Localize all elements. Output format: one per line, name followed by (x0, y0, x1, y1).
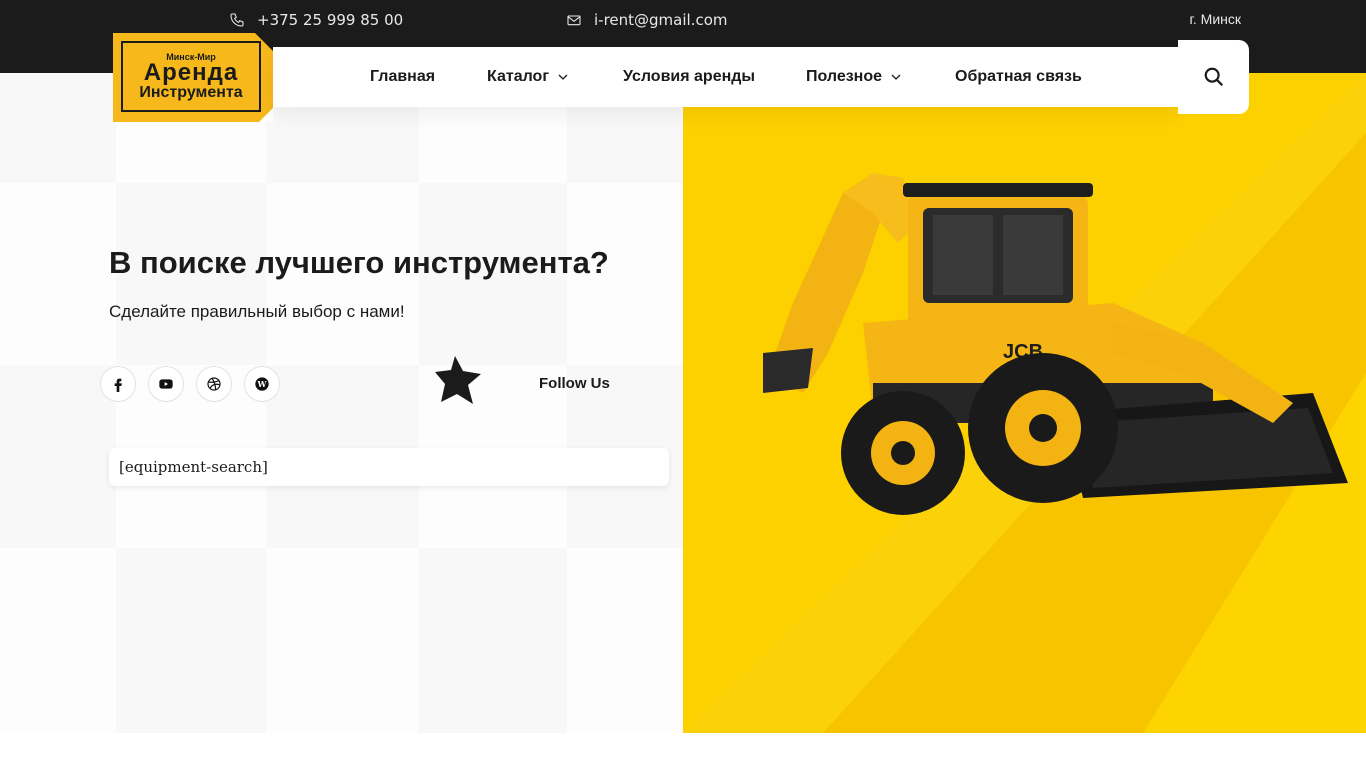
phone-icon (230, 13, 244, 27)
nav-item-label: Условия аренды (623, 68, 756, 85)
star-icon (435, 356, 481, 404)
nav-item-label: Каталог (487, 68, 549, 85)
facebook-icon (114, 378, 122, 392)
nav-item-label: Обратная связь (955, 68, 1082, 85)
email-link[interactable]: i-rent@gmail.com (566, 11, 728, 29)
logo-subtitle: Инструмента (139, 83, 243, 101)
dribbble-icon (207, 377, 221, 391)
equipment-search-input[interactable]: [equipment-search] (109, 448, 669, 486)
search-icon (1204, 67, 1223, 87)
chevron-down-icon (558, 74, 568, 80)
main-nav: Главная Каталог Условия аренды Полезное … (273, 47, 1178, 107)
search-button[interactable] (1178, 40, 1249, 114)
hero-right-panel: JCB (683, 73, 1366, 733)
hero-subtitle: Сделайте правильный выбор с нами! (109, 302, 405, 321)
svg-text:W: W (257, 379, 268, 389)
social-wordpress-button[interactable]: W (244, 366, 280, 402)
city-label: г. Минск (1189, 11, 1241, 27)
follow-us-label: Follow Us (539, 375, 610, 392)
chevron-down-icon (891, 74, 901, 80)
wordpress-icon: W (255, 377, 269, 391)
phone-number: +375 25 999 85 00 (257, 11, 404, 29)
logo-title: Аренда (143, 58, 239, 86)
backhoe-loader-image: JCB (763, 173, 1348, 515)
mail-icon (567, 15, 581, 26)
social-facebook-button[interactable] (100, 366, 136, 402)
social-dribbble-button[interactable] (196, 366, 232, 402)
nav-item-home[interactable]: Главная (370, 68, 435, 86)
nav-item-feedback[interactable]: Обратная связь (955, 68, 1082, 86)
youtube-icon (159, 379, 173, 389)
social-youtube-button[interactable] (148, 366, 184, 402)
nav-item-label: Полезное (806, 68, 883, 85)
nav-item-catalog[interactable]: Каталог (487, 68, 569, 86)
nav-item-rental-terms[interactable]: Условия аренды (623, 68, 755, 86)
hero-left-panel (0, 73, 683, 733)
nav-item-useful[interactable]: Полезное (806, 68, 902, 86)
hero-title: В поиске лучшего инструмента? (109, 245, 609, 280)
site-logo[interactable]: Минск-Мир Аренда Инструмента (113, 33, 273, 122)
nav-item-label: Главная (370, 68, 436, 85)
phone-link[interactable]: +375 25 999 85 00 (229, 11, 403, 29)
logo-frame: Минск-Мир Аренда Инструмента (121, 41, 261, 112)
email-address: i-rent@gmail.com (594, 11, 728, 29)
